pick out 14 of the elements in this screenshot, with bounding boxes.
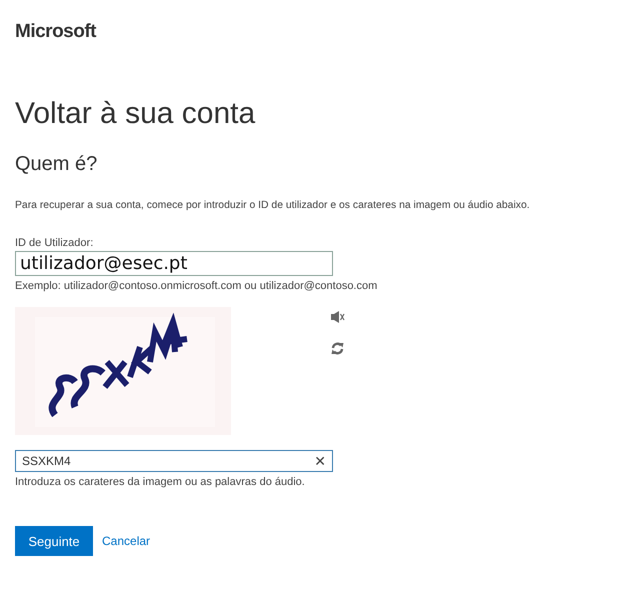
captcha-hint: Introduza os carateres da imagem ou as palavras do áudio. [15,476,306,488]
captcha-field[interactable]: SSXKM4 ✕ [15,450,333,472]
example-text: Exemplo: utilizador@contoso.onmicrosoft.com ou utilizador@contoso.com [15,280,378,292]
page-title: Voltar à sua conta [15,97,256,131]
next-button[interactable]: Seguinte [15,526,93,556]
section-heading: Quem é? [15,153,98,176]
speaker-icon[interactable] [331,311,345,323]
refresh-icon[interactable] [331,342,344,355]
clear-button[interactable]: ✕ [314,452,326,470]
logo: Microsoft [15,20,98,43]
field-label: ID de Utilizador: [15,237,94,249]
cancel-link[interactable]: Cancelar [102,534,150,548]
user-id-field[interactable]: utilizador@esec.pt [15,251,333,276]
instructions-text: Para recuperar a sua conta, comece por introduzir o ID de utilizador e os carateres na imagem ou áudio abaixo. [15,200,531,211]
